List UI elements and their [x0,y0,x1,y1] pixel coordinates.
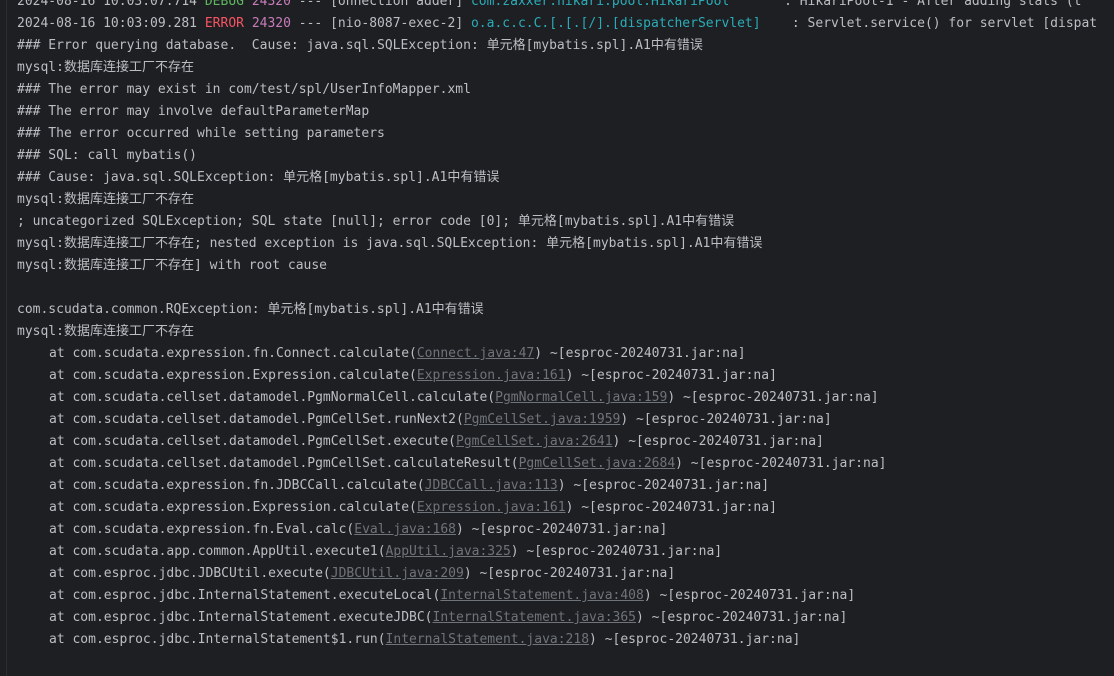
stack-frame: at com.esproc.jdbc.InternalStatement.exe… [17,585,1114,607]
log-line-error: 2024-08-16 10:03:09.281 ERROR 24320 --- … [17,13,1114,35]
source-link[interactable]: PgmCellSet.java:2641 [456,434,613,449]
source-link[interactable]: InternalStatement.java:218 [386,632,590,647]
source-link[interactable]: AppUtil.java:325 [386,544,511,559]
stack-frame-method: at com.scudata.expression.Expression.cal… [49,500,417,515]
source-link[interactable]: Eval.java:168 [354,522,456,537]
console-text-line: mysql:数据库连接工厂不存在; nested exception is ja… [17,236,763,251]
source-link[interactable]: PgmNormalCell.java:159 [495,390,667,405]
stack-frame-method: at com.scudata.cellset.datamodel.PgmCell… [49,412,464,427]
stack-frame-jar: ) ~[esproc-20240731.jar:na] [643,588,856,603]
stack-frame: at com.esproc.jdbc.InternalStatement$1.r… [17,629,1114,651]
stack-frame-jar: ) ~[esproc-20240731.jar:na] [510,544,723,559]
stack-frame: at com.scudata.expression.fn.Connect.cal… [17,343,1114,365]
log-thread: [onnection adder] [330,0,464,9]
stack-frame-method: at com.scudata.cellset.datamodel.PgmCell… [49,434,456,449]
console-text-line: ; uncategorized SQLException; SQL state … [17,214,735,229]
source-link[interactable]: Expression.java:161 [417,500,566,515]
stack-frame-method: at com.scudata.expression.fn.Eval.calc( [49,522,355,537]
stack-frame: at com.scudata.expression.Expression.cal… [17,365,1114,387]
stack-frame: at com.scudata.expression.Expression.cal… [17,497,1114,519]
log-pid: 24320 [251,0,291,9]
log-level-error: ERROR [204,16,244,31]
console-text-line: ### The error occurred while setting par… [17,126,385,141]
console-text-line: mysql:数据库连接工厂不存在] with root cause [17,258,328,273]
console-text-line: ### SQL: call mybatis() [17,148,198,163]
stack-frame-jar: ) ~[esproc-20240731.jar:na] [565,500,777,515]
exception-line: mysql:数据库连接工厂不存在 [17,324,194,339]
console-text-line: ### The error may involve defaultParamet… [17,104,370,119]
log-pid: 24320 [251,16,291,31]
console-text-line: mysql:数据库连接工厂不存在 [17,60,194,75]
stack-frame-jar: ) ~[esproc-20240731.jar:na] [612,434,824,449]
log-logger-name[interactable]: o.a.c.c.C.[.[.[/].[dispatcherServlet] [471,16,761,31]
log-separator: --- [298,0,323,9]
log-message: : HikariPool-1 - After adding stats (t [784,0,1082,9]
source-link[interactable]: Expression.java:161 [417,368,566,383]
stack-frame: at com.scudata.expression.fn.Eval.calc(E… [17,519,1114,541]
stack-frame-jar: ) ~[esproc-20240731.jar:na] [620,412,832,427]
console-text-line: ### Cause: java.sql.SQLException: 单元格[my… [17,170,500,185]
stack-frame-method: at com.scudata.cellset.datamodel.PgmCell… [49,456,519,471]
log-separator: --- [298,16,323,31]
log-thread: [nio-8087-exec-2] [330,16,464,31]
stack-frame: at com.scudata.cellset.datamodel.PgmCell… [17,431,1114,453]
stack-frame-method: at com.scudata.cellset.datamodel.PgmNorm… [49,390,496,405]
stack-frame-jar: ) ~[esproc-20240731.jar:na] [534,346,746,361]
stack-frame-jar: ) ~[esproc-20240731.jar:na] [557,478,770,493]
stack-frame-method: at com.scudata.app.common.AppUtil.execut… [49,544,386,559]
stack-frame-method: at com.scudata.expression.fn.JDBCCall.ca… [49,478,425,493]
stack-frame: at com.scudata.app.common.AppUtil.execut… [17,541,1114,563]
log-timestamp: 2024-08-16 10:03:07.714 [17,0,198,9]
console-lines: 2024-08-16 10:03:07.714 DEBUG 24320 --- … [17,0,1114,651]
source-link[interactable]: PgmCellSet.java:1959 [464,412,621,427]
log-logger-name[interactable]: com.zaxxer.hikari.pool.HikariPool [471,0,729,9]
log-timestamp: 2024-08-16 10:03:09.281 [17,16,198,31]
source-link[interactable]: InternalStatement.java:365 [433,610,637,625]
stack-frame: at com.esproc.jdbc.JDBCUtil.execute(JDBC… [17,563,1114,585]
console-text-line: ### The error may exist in com/test/spl/… [17,82,471,97]
stack-frame-jar: ) ~[esproc-20240731.jar:na] [675,456,887,471]
stack-frame-jar: ) ~[esproc-20240731.jar:na] [667,390,879,405]
stack-frame-method: at com.scudata.expression.Expression.cal… [49,368,417,383]
stack-frame: at com.scudata.cellset.datamodel.PgmNorm… [17,387,1114,409]
stack-frame-method: at com.esproc.jdbc.JDBCUtil.execute( [49,566,331,581]
stack-frame: at com.scudata.cellset.datamodel.PgmCell… [17,453,1114,475]
stack-frame: at com.scudata.expression.fn.JDBCCall.ca… [17,475,1114,497]
stack-frame-jar: ) ~[esproc-20240731.jar:na] [636,610,848,625]
log-message: : Servlet.service() for servlet [dispat [791,16,1098,31]
stack-frame-method: at com.esproc.jdbc.InternalStatement$1.r… [49,632,386,647]
source-link[interactable]: Connect.java:47 [417,346,534,361]
stack-frame-method: at com.esproc.jdbc.InternalStatement.exe… [49,610,433,625]
source-link[interactable]: PgmCellSet.java:2684 [519,456,676,471]
log-line-debug: 2024-08-16 10:03:07.714 DEBUG 24320 --- … [17,0,1114,13]
source-link[interactable]: InternalStatement.java:408 [440,588,644,603]
console-text-line: mysql:数据库连接工厂不存在 [17,192,194,207]
stack-frame-method: at com.scudata.expression.fn.Connect.cal… [49,346,417,361]
stack-frame-method: at com.esproc.jdbc.InternalStatement.exe… [49,588,441,603]
exception-line: com.scudata.common.RQException: 单元格[myba… [17,302,484,317]
stack-frame-jar: ) ~[esproc-20240731.jar:na] [589,632,801,647]
stack-frame-jar: ) ~[esproc-20240731.jar:na] [565,368,777,383]
console-text-line: ### Error querying database. Cause: java… [17,38,703,53]
console-output-panel[interactable]: 2024-08-16 10:03:07.714 DEBUG 24320 --- … [6,0,1114,676]
stack-frame: at com.scudata.cellset.datamodel.PgmCell… [17,409,1114,431]
stack-frame: at com.esproc.jdbc.InternalStatement.exe… [17,607,1114,629]
log-level-debug: DEBUG [204,0,244,9]
stack-frame-jar: ) ~[esproc-20240731.jar:na] [456,522,668,537]
source-link[interactable]: JDBCUtil.java:209 [331,566,464,581]
stack-frame-jar: ) ~[esproc-20240731.jar:na] [463,566,676,581]
source-link[interactable]: JDBCCall.java:113 [425,478,558,493]
